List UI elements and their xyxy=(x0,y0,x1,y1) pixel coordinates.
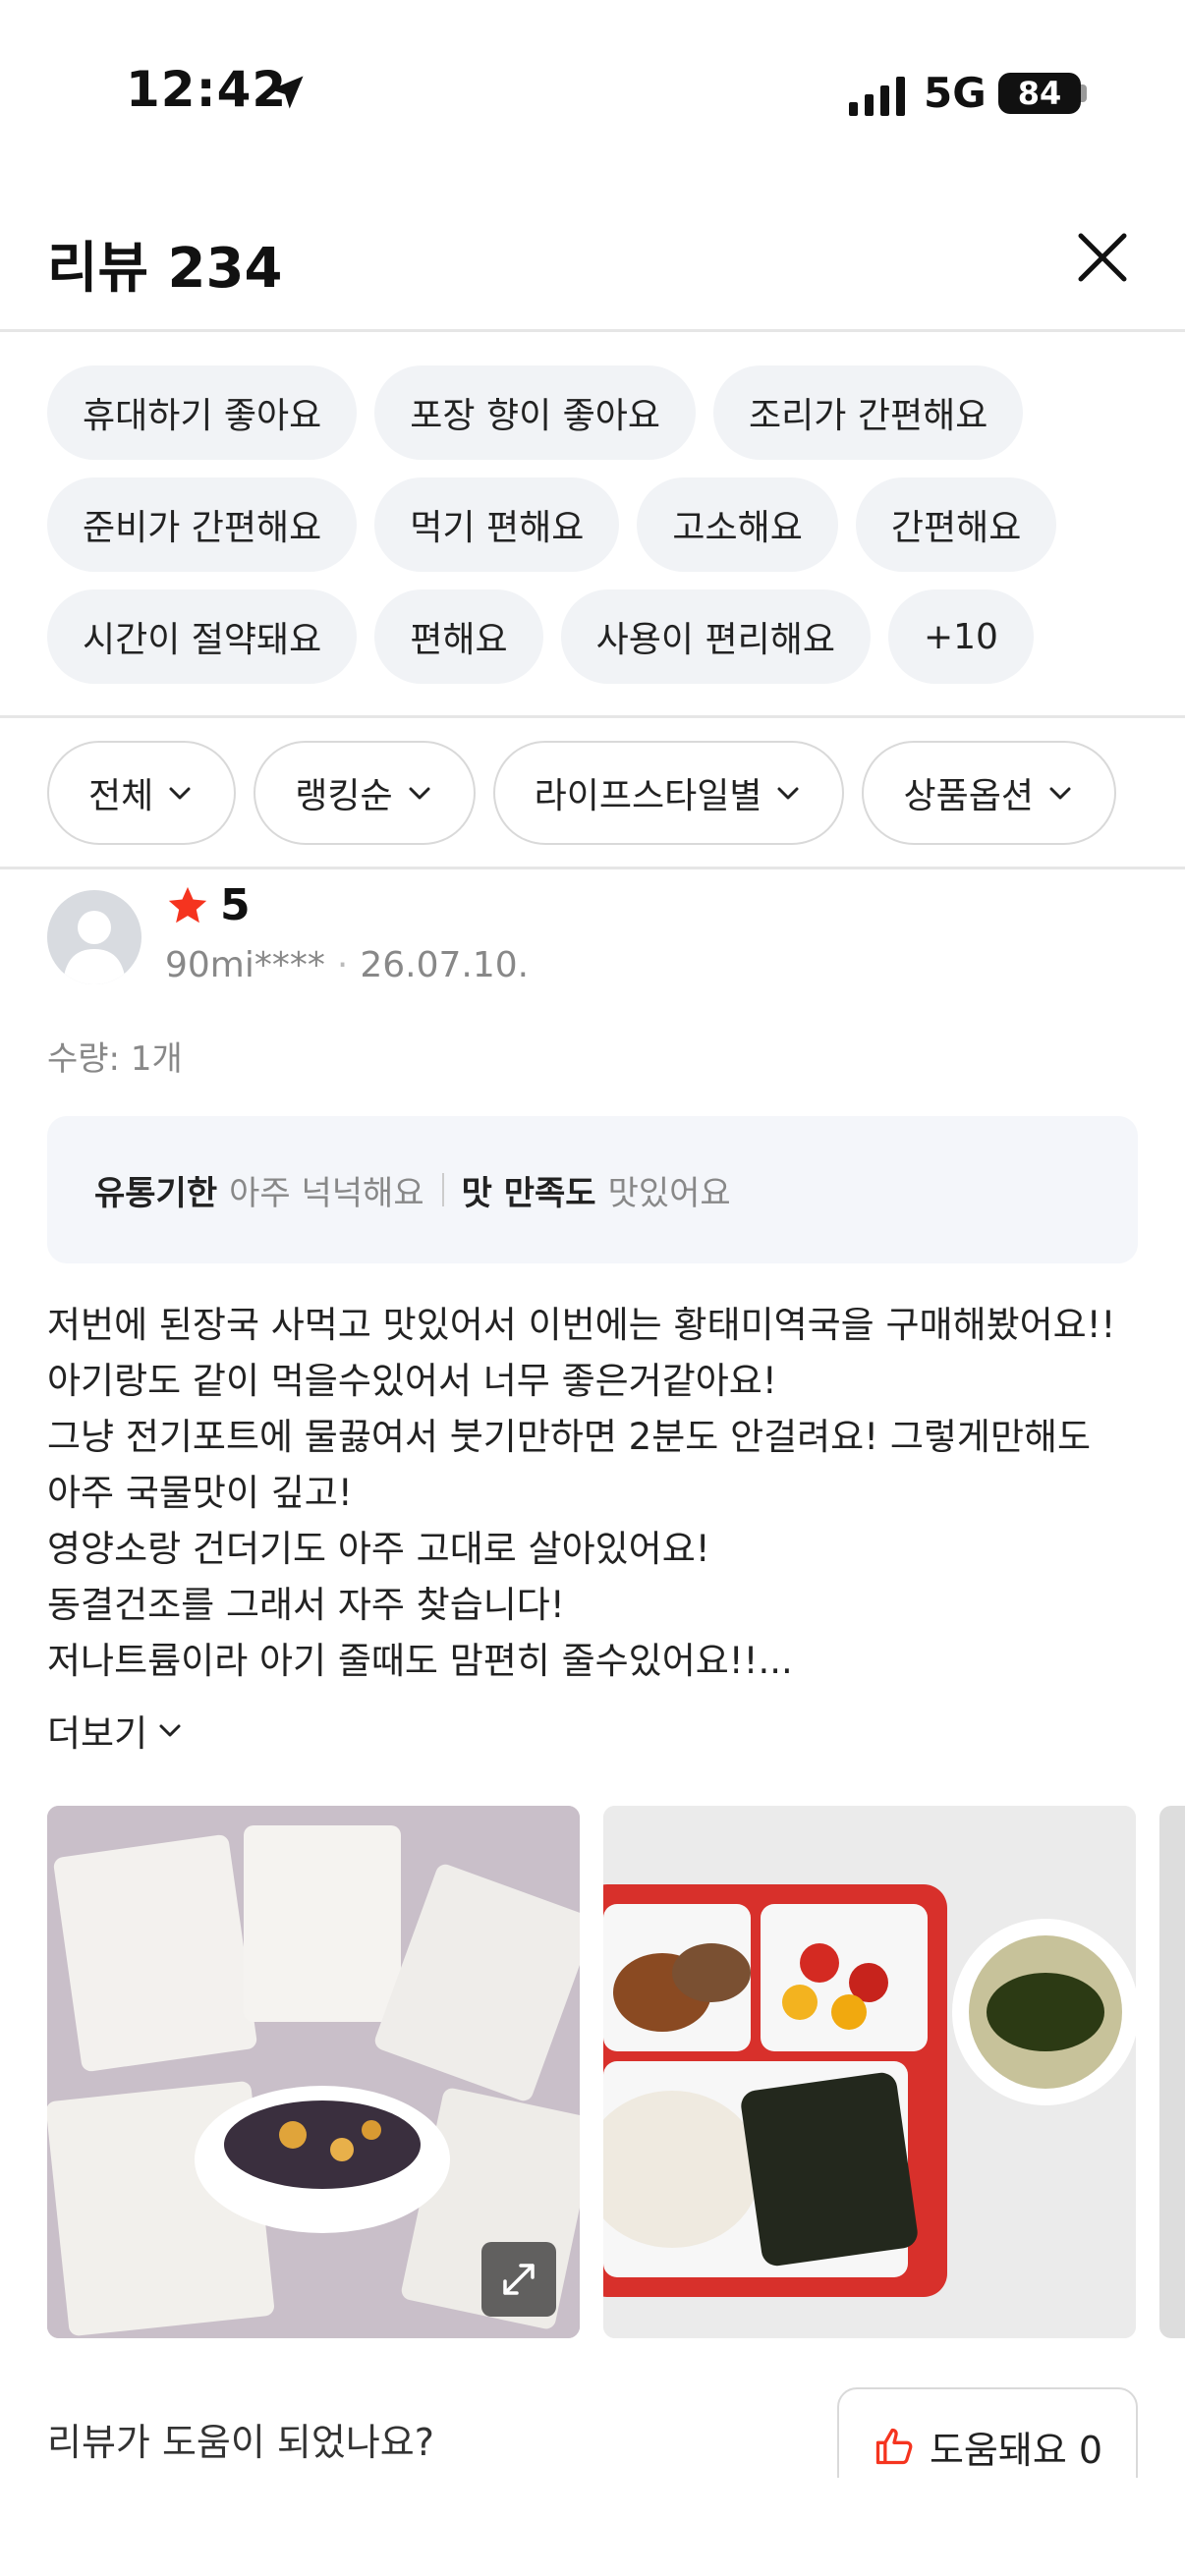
battery-icon: 84 xyxy=(998,73,1081,114)
filter-bar: 전체 랭킹순 라이프스타일별 상품옵션 xyxy=(47,741,1116,845)
expand-icon[interactable] xyxy=(481,2242,556,2317)
chevron-down-icon xyxy=(1049,787,1071,800)
filter-option[interactable]: 상품옵션 xyxy=(862,741,1116,845)
tag-chip[interactable]: 고소해요 xyxy=(637,477,838,572)
tag-chip[interactable]: 준비가 간편해요 xyxy=(47,477,358,572)
review-photo[interactable] xyxy=(603,1806,1136,2338)
chevron-down-icon xyxy=(409,787,430,800)
rating-value: 5 xyxy=(220,880,251,930)
tag-chip[interactable]: 조리가 간편해요 xyxy=(713,365,1024,460)
rating: 5 xyxy=(165,880,251,930)
location-arrow-icon xyxy=(270,76,304,109)
filter-label: 랭킹순 xyxy=(295,776,393,816)
review-body: 저번에 된장국 사먹고 맛있어서 이번에는 황태미역국을 구매해봤어요!! 아기… xyxy=(47,1297,1157,1689)
eval-key: 맛 만족도 xyxy=(461,1173,596,1213)
divider xyxy=(441,1173,444,1206)
tag-chip[interactable]: 포장 향이 좋아요 xyxy=(374,365,697,460)
review-meta: 90mi**** · 26.07.10. xyxy=(165,945,529,985)
status-bar: 12:42 5G 84 xyxy=(0,0,1185,147)
signal-icon xyxy=(849,77,905,116)
tag-chip[interactable]: 시간이 절약돼요 xyxy=(47,589,358,684)
star-icon xyxy=(168,886,207,923)
quantity: 수량: 1개 xyxy=(47,1039,183,1079)
filter-label: 상품옵션 xyxy=(903,776,1034,816)
filter-lifestyle[interactable]: 라이프스타일별 xyxy=(492,741,845,845)
more-button[interactable]: 더보기 xyxy=(47,1704,185,1757)
eval-value: 아주 넉넉해요 xyxy=(229,1173,424,1213)
thumbs-up-icon xyxy=(875,2428,913,2465)
filter-label: 전체 xyxy=(88,776,154,816)
battery-level: 84 xyxy=(1017,75,1062,112)
review-line: 저나트륨이라 아기 줄때도 맘편히 줄수있어요!!... xyxy=(47,1640,793,1682)
filter-all[interactable]: 전체 xyxy=(47,741,237,845)
reviewer-id: 90mi**** xyxy=(165,945,325,985)
review-line: 영양소랑 건더기도 아주 고대로 살아있어요! xyxy=(47,1528,710,1570)
eval-key: 유통기한 xyxy=(94,1173,218,1213)
helpful-label: 도움돼요 0 xyxy=(929,2428,1103,2472)
tag-chip[interactable]: 휴대하기 좋아요 xyxy=(47,365,358,460)
filter-label: 라이프스타일별 xyxy=(534,776,762,816)
network-label: 5G xyxy=(924,69,987,117)
review-line: 저번에 된장국 사먹고 맛있어서 이번에는 황태미역국을 구매해봤어요!! xyxy=(47,1304,1116,1346)
review-line: 아기랑도 같이 먹을수있어서 너무 좋은거같아요! xyxy=(47,1360,777,1402)
divider xyxy=(0,715,1185,718)
tag-row: 시간이 절약돼요 편해요 사용이 편리해요 +10 xyxy=(47,589,1148,684)
filter-ranking[interactable]: 랭킹순 xyxy=(254,741,476,845)
chevron-down-icon xyxy=(159,1724,181,1737)
status-time: 12:42 xyxy=(126,61,288,118)
close-icon[interactable] xyxy=(1071,226,1134,289)
keyword-tags: 휴대하기 좋아요 포장 향이 좋아요 조리가 간편해요 준비가 간편해요 먹기 … xyxy=(47,365,1148,701)
review-photo[interactable] xyxy=(1159,1806,1185,2338)
tag-chip[interactable]: 편해요 xyxy=(374,589,543,684)
review-date: 26.07.10. xyxy=(360,945,530,985)
more-label: 더보기 xyxy=(47,1712,148,1755)
divider xyxy=(0,867,1185,869)
avatar xyxy=(47,890,141,984)
evaluation-summary: 유통기한 아주 넉넉해요 맛 만족도 맛있어요 xyxy=(47,1116,1138,1263)
battery-tip xyxy=(1081,84,1087,102)
chevron-down-icon xyxy=(777,787,799,800)
review-header: 리뷰 234 xyxy=(0,196,1185,332)
helpful-question: 리뷰가 도움이 되었나요? xyxy=(47,2421,434,2464)
tag-chip[interactable]: 먹기 편해요 xyxy=(374,477,620,572)
review-line: 동결건조를 그래서 자주 찾습니다! xyxy=(47,1584,565,1626)
tag-chip[interactable]: 사용이 편리해요 xyxy=(560,589,871,684)
tag-row: 휴대하기 좋아요 포장 향이 좋아요 조리가 간편해요 xyxy=(47,365,1148,460)
more-tags-chip[interactable]: +10 xyxy=(887,589,1034,684)
review-line: 그냥 전기포트에 물끓여서 붓기만하면 2분도 안걸려요! 그렇게만해도 xyxy=(47,1416,1092,1458)
user-silhouette-icon xyxy=(63,911,126,984)
bottom-area xyxy=(0,2478,1185,2576)
tag-row: 준비가 간편해요 먹기 편해요 고소해요 간편해요 xyxy=(47,477,1148,572)
tag-chip[interactable]: 간편해요 xyxy=(855,477,1057,572)
separator-dot: · xyxy=(336,945,349,985)
page-title: 리뷰 234 xyxy=(47,237,283,301)
eval-value: 맛있어요 xyxy=(607,1173,731,1213)
chevron-down-icon xyxy=(169,787,191,800)
review-line: 아주 국물맛이 깊고! xyxy=(47,1472,353,1514)
